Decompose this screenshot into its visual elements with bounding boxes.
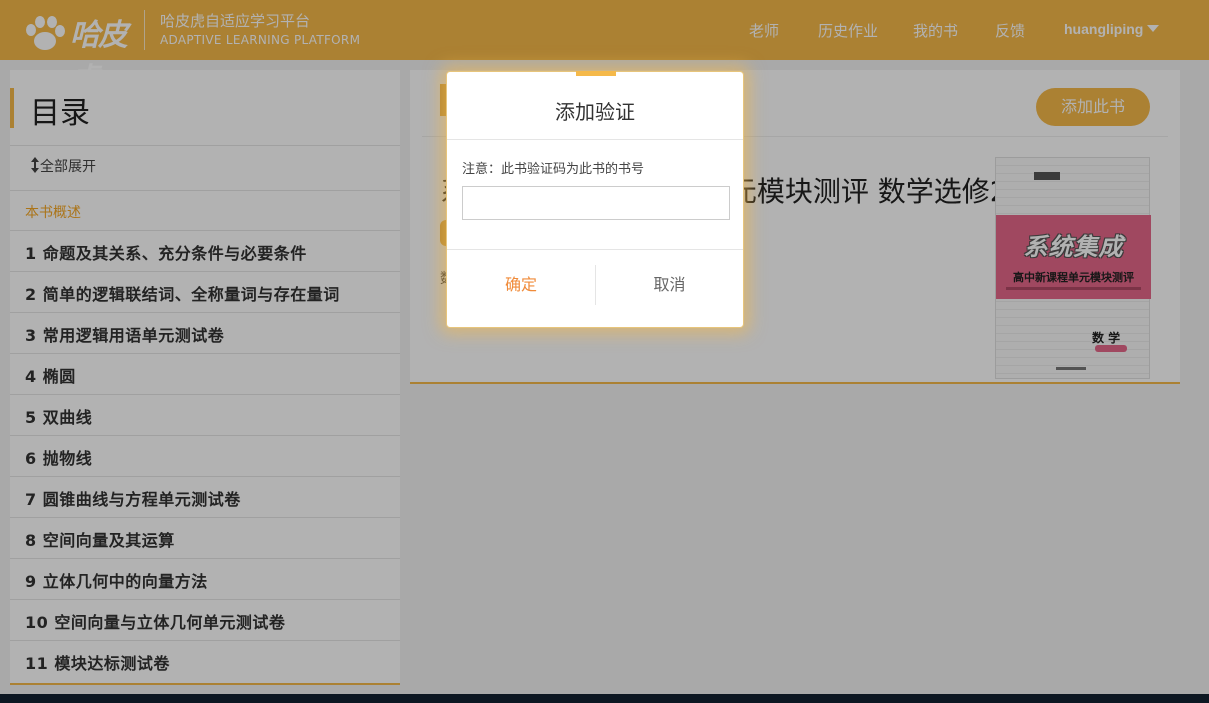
dialog-accent (576, 71, 616, 76)
divider (447, 139, 743, 140)
divider (447, 249, 743, 250)
add-verification-dialog: 添加验证 注意：此书验证码为此书的书号 确定 取消 (446, 71, 744, 328)
cancel-button[interactable]: 取消 (596, 265, 743, 305)
verification-code-input[interactable] (462, 186, 730, 220)
bottom-bar (0, 694, 1209, 703)
dialog-title: 添加验证 (555, 100, 635, 124)
confirm-button[interactable]: 确定 (447, 265, 595, 305)
dialog-note: 注意：此书验证码为此书的书号 (462, 162, 645, 177)
